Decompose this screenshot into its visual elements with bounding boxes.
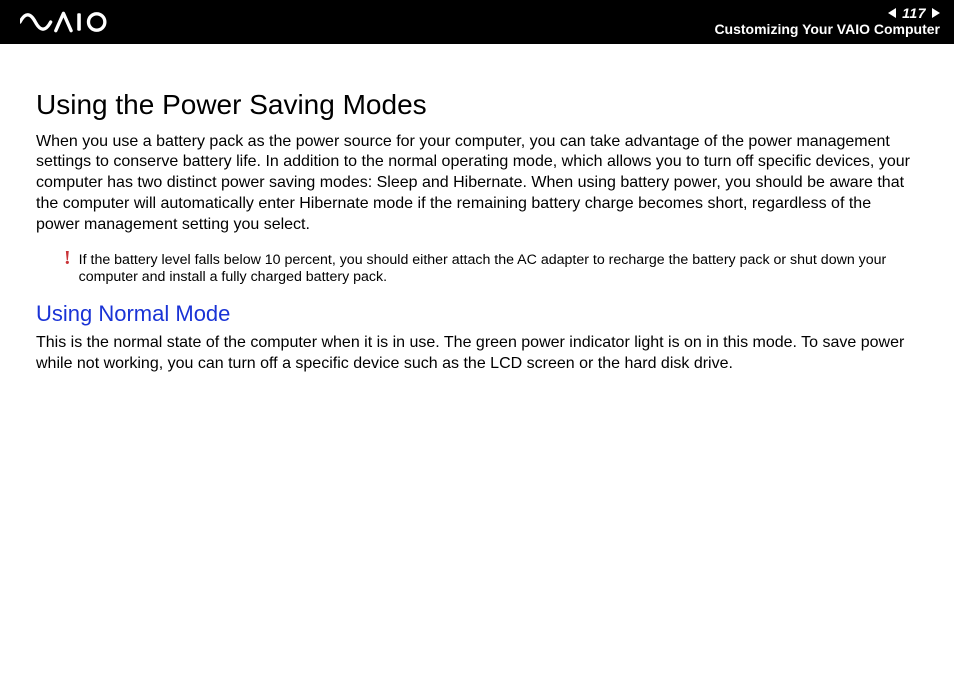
warning-block: ! If the battery level falls below 10 pe… [64, 252, 918, 288]
page-nav: 117 [888, 6, 940, 20]
page-content: Using the Power Saving Modes When you us… [0, 44, 954, 375]
page-title: Using the Power Saving Modes [36, 88, 918, 122]
page-header: 117 Customizing Your VAIO Computer [0, 0, 954, 44]
normal-mode-paragraph: This is the normal state of the computer… [36, 333, 918, 375]
intro-paragraph: When you use a battery pack as the power… [36, 132, 918, 236]
header-right: 117 Customizing Your VAIO Computer [714, 6, 940, 38]
warning-text: If the battery level falls below 10 perc… [79, 252, 918, 288]
section-title: Customizing Your VAIO Computer [714, 20, 940, 38]
subheading-normal-mode: Using Normal Mode [36, 301, 918, 327]
prev-page-icon[interactable] [888, 8, 896, 18]
warning-icon: ! [64, 248, 71, 268]
next-page-icon[interactable] [932, 8, 940, 18]
vaio-logo [20, 11, 112, 33]
page-number: 117 [902, 6, 926, 20]
